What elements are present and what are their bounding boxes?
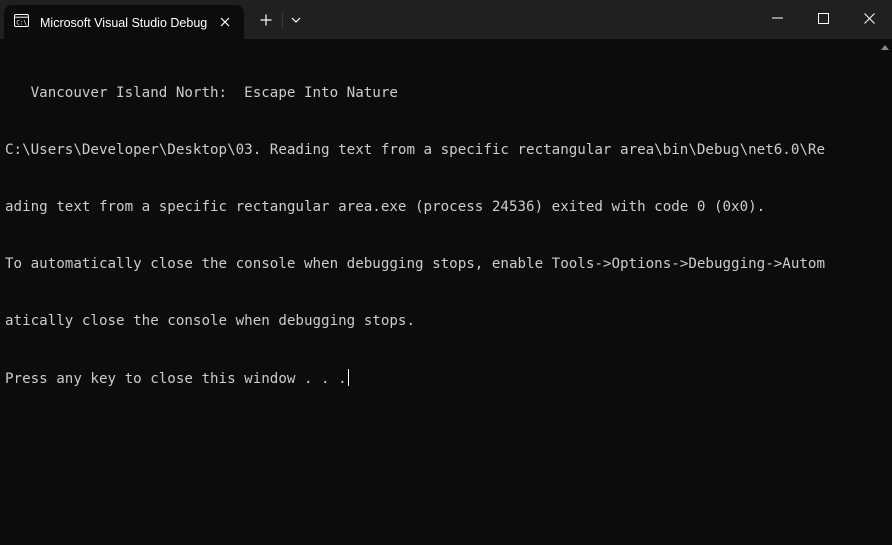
tab-debug-console[interactable]: C:\ Microsoft Visual Studio Debug Consol… [4, 5, 244, 39]
prompt-text: Press any key to close this window . . . [5, 371, 347, 387]
chevron-down-icon [291, 17, 301, 23]
tab-separator [282, 13, 283, 29]
scroll-up-arrow-icon[interactable] [881, 45, 889, 50]
new-tab-button[interactable] [254, 8, 278, 32]
maximize-button[interactable] [800, 0, 846, 36]
title-bar[interactable]: C:\ Microsoft Visual Studio Debug Consol… [0, 0, 892, 39]
console-line: Vancouver Island North: Escape Into Natu… [5, 85, 398, 101]
terminal-window: C:\ Microsoft Visual Studio Debug Consol… [0, 0, 892, 545]
console-prompt-line: Press any key to close this window . . . [5, 369, 875, 388]
console-line: To automatically close the console when … [5, 256, 825, 272]
close-icon [863, 12, 875, 24]
tab-title: Microsoft Visual Studio Debug Console [40, 16, 208, 30]
maximize-icon [817, 12, 829, 24]
close-window-button[interactable] [846, 0, 892, 36]
close-icon [220, 17, 230, 27]
minimize-button[interactable] [754, 0, 800, 36]
console-line: ading text from a specific rectangular a… [5, 199, 766, 215]
tab-dropdown-button[interactable] [286, 8, 306, 32]
minimize-icon [771, 17, 783, 19]
console-line: atically close the console when debuggin… [5, 313, 415, 329]
text-cursor [347, 369, 349, 386]
console-output[interactable]: Vancouver Island North: Escape Into Natu… [5, 46, 875, 541]
console-line: C:\Users\Developer\Desktop\03. Reading t… [5, 142, 825, 158]
tab-close-button[interactable] [214, 11, 236, 33]
plus-icon [260, 14, 272, 26]
console-icon: C:\ [14, 14, 29, 27]
svg-text:C:\: C:\ [16, 20, 27, 27]
vertical-scrollbar[interactable] [877, 39, 892, 545]
